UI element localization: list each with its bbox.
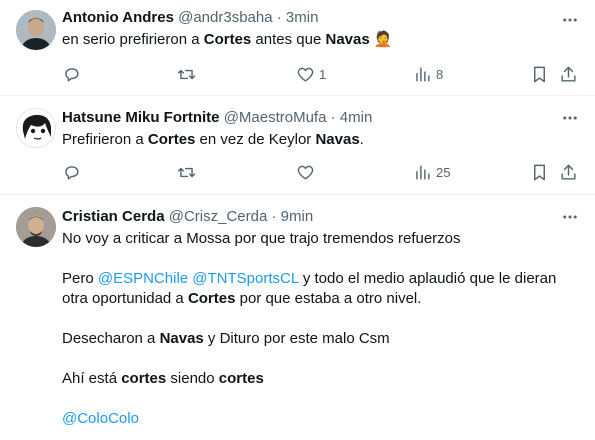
display-name[interactable]: Hatsune Miku Fortnite [62, 109, 220, 126]
retweet-icon [177, 167, 196, 177]
reply-button[interactable] [62, 162, 81, 182]
bookmark-button[interactable] [530, 162, 549, 182]
mention-link[interactable]: @ColoColo [62, 410, 139, 427]
views-icon [416, 66, 430, 82]
paragraph: Ahí está cortes siendo cortes [62, 369, 572, 389]
tweet-header: Cristian Cerda @Crisz_Cerda · 9min [62, 207, 313, 227]
share-icon [561, 164, 576, 180]
share-icon [561, 66, 576, 82]
tweet-header: Hatsune Miku Fortnite @MaestroMufa · 4mi… [62, 108, 372, 128]
display-name[interactable]: Cristian Cerda [62, 208, 165, 225]
text-segment: Ahí está [62, 370, 122, 387]
text-segment: antes que [251, 31, 326, 48]
timestamp[interactable]: 4min [340, 109, 373, 126]
paragraph: No voy a criticar a Mossa por que trajo … [62, 230, 461, 247]
tweet[interactable]: Antonio Andres @andr3sbaha · 3min en ser… [0, 0, 595, 96]
text-segment: Prefirieron a [62, 131, 148, 148]
mention-link[interactable]: @ESPNChile [98, 270, 188, 287]
display-name[interactable]: Antonio Andres [62, 9, 174, 26]
text-bold: Cortes [187, 290, 236, 307]
paragraph: Desecharon a Navas y Dituro por este mal… [62, 329, 572, 349]
text-bold: Navas [159, 330, 204, 347]
timestamp[interactable]: 3min [286, 9, 319, 26]
handle[interactable]: @MaestroMufa [224, 109, 327, 126]
separator: · [271, 208, 277, 225]
text-segment: siendo [166, 370, 219, 387]
action-bar: 1 8 [56, 64, 586, 84]
text-bold: cortes [121, 370, 167, 387]
text-segment: y Dituro por este malo Csm [203, 330, 390, 347]
text-bold: Cortes [203, 31, 252, 48]
retweet-icon [177, 69, 196, 79]
handle[interactable]: @andr3sbaha [178, 9, 272, 26]
text-segment: Desecharon a [62, 330, 160, 347]
text-segment: por que estaba a otro nivel. [235, 290, 422, 307]
like-icon [297, 67, 314, 82]
timestamp[interactable]: 9min [281, 208, 314, 225]
retweet-button[interactable] [177, 162, 196, 182]
more-icon[interactable] [559, 10, 581, 30]
retweet-button[interactable] [177, 64, 196, 84]
views-button[interactable]: 25 [413, 162, 450, 182]
tweet[interactable]: Cristian Cerda @Crisz_Cerda · 9min No vo… [0, 195, 595, 440]
reply-icon [65, 165, 79, 180]
bookmark-button[interactable] [530, 64, 549, 84]
separator: · [330, 109, 336, 126]
like-button[interactable] [296, 162, 315, 182]
tweet-text: No voy a criticar a Mossa por que trajo … [62, 229, 572, 440]
separator: · [276, 9, 282, 26]
views-icon [416, 164, 430, 180]
handle[interactable]: @Crisz_Cerda [169, 208, 268, 225]
text-segment: en serio prefirieron a [62, 31, 204, 48]
text-bold: Navas [315, 131, 360, 148]
text-bold: Cortes [147, 131, 196, 148]
action-bar: 25 [56, 162, 586, 182]
share-button[interactable] [559, 162, 578, 182]
mention-link[interactable]: @TNTSportsCL [192, 270, 298, 287]
views-button[interactable]: 8 [413, 64, 443, 84]
tweet-text: en serio prefirieron a Cortes antes que … [62, 30, 572, 50]
avatar[interactable] [16, 207, 56, 247]
reply-button[interactable] [62, 64, 81, 84]
text-segment: en vez de Keylor [195, 131, 316, 148]
text-segment: . [359, 131, 364, 148]
tweet-header: Antonio Andres @andr3sbaha · 3min [62, 8, 318, 28]
avatar[interactable] [16, 10, 56, 50]
paragraph: @ColoColo [62, 409, 572, 429]
bookmark-icon [534, 164, 545, 180]
like-count: 1 [319, 66, 327, 82]
facepalm-emoji: 🤦 [373, 31, 393, 48]
text-bold: Navas [325, 31, 370, 48]
text-segment: y [298, 270, 311, 287]
share-button[interactable] [559, 64, 578, 84]
like-button[interactable]: 1 [296, 64, 326, 84]
more-icon[interactable] [559, 207, 581, 227]
tweet[interactable]: Hatsune Miku Fortnite @MaestroMufa · 4mi… [0, 96, 595, 195]
views-count: 25 [436, 164, 451, 180]
tweet-text: Prefirieron a Cortes en vez de Keylor Na… [62, 130, 572, 150]
like-icon [297, 165, 314, 180]
text-bold: cortes [218, 370, 264, 387]
more-icon[interactable] [559, 108, 581, 128]
bookmark-icon [534, 66, 545, 82]
reply-icon [65, 67, 79, 82]
avatar[interactable] [16, 108, 56, 148]
views-count: 8 [436, 66, 444, 82]
text-segment: Pero [62, 270, 98, 287]
paragraph: Pero @ESPNChile @TNTSportsCL y todo el m… [62, 269, 572, 309]
